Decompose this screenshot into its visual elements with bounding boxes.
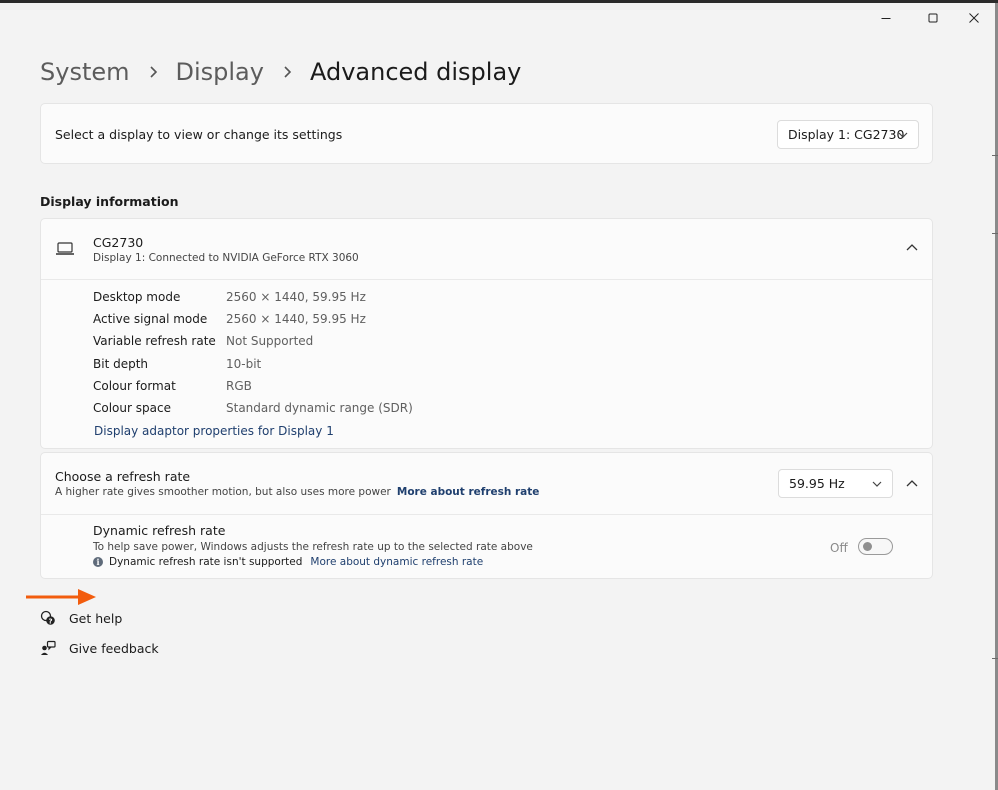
display-connection: Display 1: Connected to NVIDIA GeForce R…	[93, 252, 359, 264]
info-row-bit-depth: Bit depth 10-bit	[93, 354, 261, 374]
info-value: 2560 × 1440, 59.95 Hz	[226, 290, 366, 304]
refresh-rate-card: Choose a refresh rate A higher rate give…	[40, 452, 933, 579]
toggle-knob	[863, 542, 872, 551]
info-value: 10-bit	[226, 357, 262, 371]
refresh-rate-description: A higher rate gives smoother motion, but…	[55, 486, 391, 498]
minimize-button[interactable]	[866, 6, 906, 30]
close-icon	[969, 13, 979, 23]
display-name: CG2730	[93, 235, 144, 250]
chevron-up-icon[interactable]	[906, 244, 918, 251]
info-value: 2560 × 1440, 59.95 Hz	[226, 312, 366, 326]
divider	[41, 279, 932, 280]
dynamic-refresh-title: Dynamic refresh rate	[93, 523, 226, 538]
chevron-down-icon	[898, 132, 908, 138]
info-value: Not Supported	[226, 334, 314, 348]
page-title: Advanced display	[309, 58, 522, 86]
display-adapter-properties-link[interactable]: Display adaptor properties for Display 1	[94, 424, 334, 438]
info-label: Colour format	[93, 379, 176, 393]
get-help-link[interactable]: ? Get help	[40, 608, 122, 628]
info-label: Variable refresh rate	[93, 334, 216, 348]
info-value: Standard dynamic range (SDR)	[226, 401, 413, 415]
dynamic-refresh-not-supported: Dynamic refresh rate isn't supported	[109, 556, 303, 568]
info-row-colour-space: Colour space Standard dynamic range (SDR…	[93, 398, 413, 418]
dynamic-refresh-description: To help save power, Windows adjusts the …	[93, 541, 533, 553]
info-row-colour-format: Colour format RGB	[93, 376, 252, 396]
display-select-value: Display 1: CG2730	[788, 127, 905, 142]
get-help-label: Get help	[69, 610, 123, 626]
chevron-up-icon[interactable]	[906, 480, 918, 487]
maximize-button[interactable]	[913, 6, 953, 30]
select-display-label: Select a display to view or change its s…	[55, 127, 343, 142]
maximize-icon	[928, 13, 938, 23]
more-about-refresh-rate-link[interactable]: More about refresh rate	[397, 486, 540, 498]
svg-text:?: ?	[48, 617, 52, 625]
select-display-card: Select a display to view or change its s…	[40, 103, 933, 164]
refresh-rate-subtitle: A higher rate gives smoother motion, but…	[55, 486, 539, 498]
display-select-dropdown[interactable]: Display 1: CG2730	[777, 120, 919, 149]
info-label: Colour space	[93, 401, 171, 415]
give-feedback-link[interactable]: Give feedback	[40, 638, 159, 658]
annotation-arrow-icon	[26, 589, 96, 605]
breadcrumb-system[interactable]: System	[40, 58, 130, 86]
more-about-dynamic-refresh-link[interactable]: More about dynamic refresh rate	[310, 556, 483, 568]
display-info-card: CG2730 Display 1: Connected to NVIDIA Ge…	[40, 218, 933, 449]
refresh-rate-value: 59.95 Hz	[789, 476, 845, 491]
info-row-desktop-mode: Desktop mode 2560 × 1440, 59.95 Hz	[93, 287, 366, 307]
info-label: Bit depth	[93, 357, 149, 371]
refresh-rate-title: Choose a refresh rate	[55, 469, 191, 484]
info-row-variable-refresh-rate: Variable refresh rate Not Supported	[93, 331, 313, 351]
divider	[41, 514, 932, 515]
refresh-rate-dropdown[interactable]: 59.95 Hz	[778, 469, 893, 498]
window-top-border	[0, 0, 998, 3]
chevron-down-icon	[872, 481, 882, 487]
laptop-icon	[55, 241, 75, 261]
info-value: RGB	[226, 379, 252, 393]
breadcrumb-display[interactable]: Display	[176, 58, 264, 86]
toggle-state-label: Off	[830, 541, 848, 555]
display-information-heading: Display information	[40, 194, 179, 209]
feedback-icon	[40, 640, 56, 656]
dynamic-refresh-toggle[interactable]	[858, 538, 893, 555]
info-row-active-signal-mode: Active signal mode 2560 × 1440, 59.95 Hz	[93, 309, 366, 329]
chevron-right-icon	[148, 65, 158, 79]
breadcrumb: System Display Advanced display	[40, 52, 521, 92]
dynamic-refresh-note: i Dynamic refresh rate isn't supported M…	[93, 556, 483, 568]
info-icon: i	[93, 557, 103, 567]
minimize-icon	[881, 18, 891, 19]
give-feedback-label: Give feedback	[69, 640, 159, 656]
close-button[interactable]	[954, 6, 994, 30]
info-label: Desktop mode	[93, 290, 181, 304]
info-label: Active signal mode	[93, 312, 208, 326]
help-chat-icon: ?	[40, 610, 56, 626]
chevron-right-icon	[282, 65, 292, 79]
